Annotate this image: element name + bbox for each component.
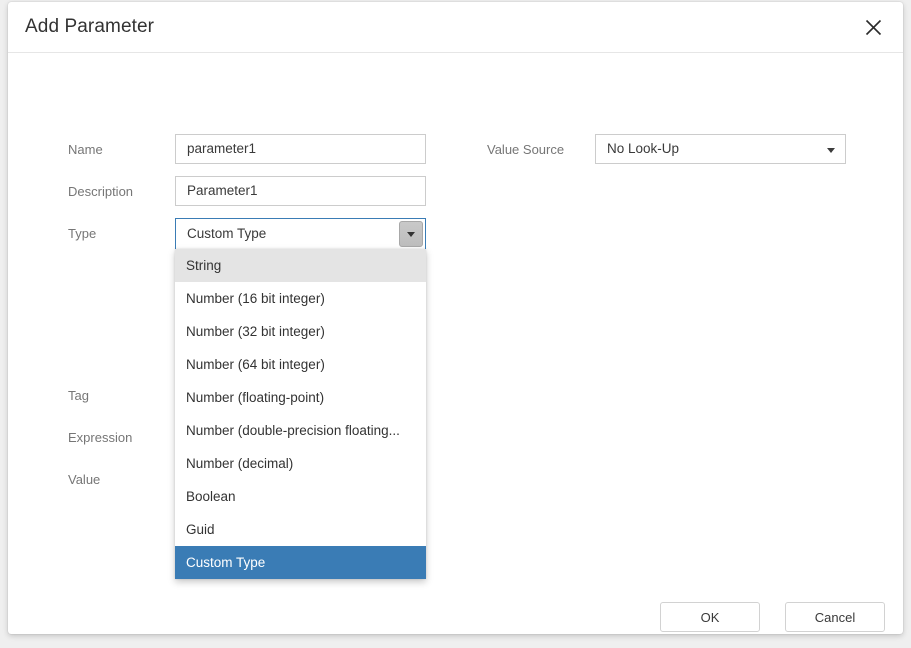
dropdown-option[interactable]: Number (32 bit integer) <box>175 315 426 348</box>
add-parameter-dialog: Add Parameter Name parameter1 Descriptio… <box>8 2 903 634</box>
type-dropdown-list[interactable]: String Number (16 bit integer) Number (3… <box>175 249 426 579</box>
value-source-label: Value Source <box>487 142 565 157</box>
close-icon <box>865 19 882 36</box>
value-label: Value <box>68 472 101 487</box>
description-label: Description <box>68 184 134 199</box>
name-label: Name <box>68 142 103 157</box>
chevron-down-icon <box>827 148 835 153</box>
value-source-select-value: No Look-Up <box>607 141 680 156</box>
dialog-header: Add Parameter <box>8 2 903 53</box>
tag-label: Tag <box>68 388 89 403</box>
chevron-down-icon <box>407 231 415 237</box>
type-select-value: Custom Type <box>187 226 267 241</box>
dropdown-option[interactable]: Number (double-precision floating... <box>175 414 426 447</box>
cancel-button[interactable]: Cancel <box>785 602 885 632</box>
dropdown-option[interactable]: Boolean <box>175 480 426 513</box>
expression-label: Expression <box>68 430 133 445</box>
type-label: Type <box>68 226 97 241</box>
dropdown-option[interactable]: Number (64 bit integer) <box>175 348 426 381</box>
type-select[interactable]: Custom Type <box>175 218 426 250</box>
dialog-footer: OK Cancel <box>8 581 903 633</box>
close-button[interactable] <box>857 11 889 43</box>
dropdown-option[interactable]: Number (16 bit integer) <box>175 282 426 315</box>
dropdown-option-selected[interactable]: Custom Type <box>175 546 426 579</box>
dialog-body: Name parameter1 Description Parameter1 T… <box>8 53 903 581</box>
dropdown-option[interactable]: Number (floating-point) <box>175 381 426 414</box>
dropdown-option[interactable]: Number (decimal) <box>175 447 426 480</box>
dropdown-option[interactable]: Guid <box>175 513 426 546</box>
page-title: Add Parameter <box>25 16 155 37</box>
name-input[interactable]: parameter1 <box>175 134 426 164</box>
description-input[interactable]: Parameter1 <box>175 176 426 206</box>
type-select-arrow-button[interactable] <box>399 221 423 247</box>
ok-button[interactable]: OK <box>660 602 760 632</box>
dropdown-option[interactable]: String <box>175 249 426 282</box>
value-source-select[interactable]: No Look-Up <box>595 134 846 164</box>
